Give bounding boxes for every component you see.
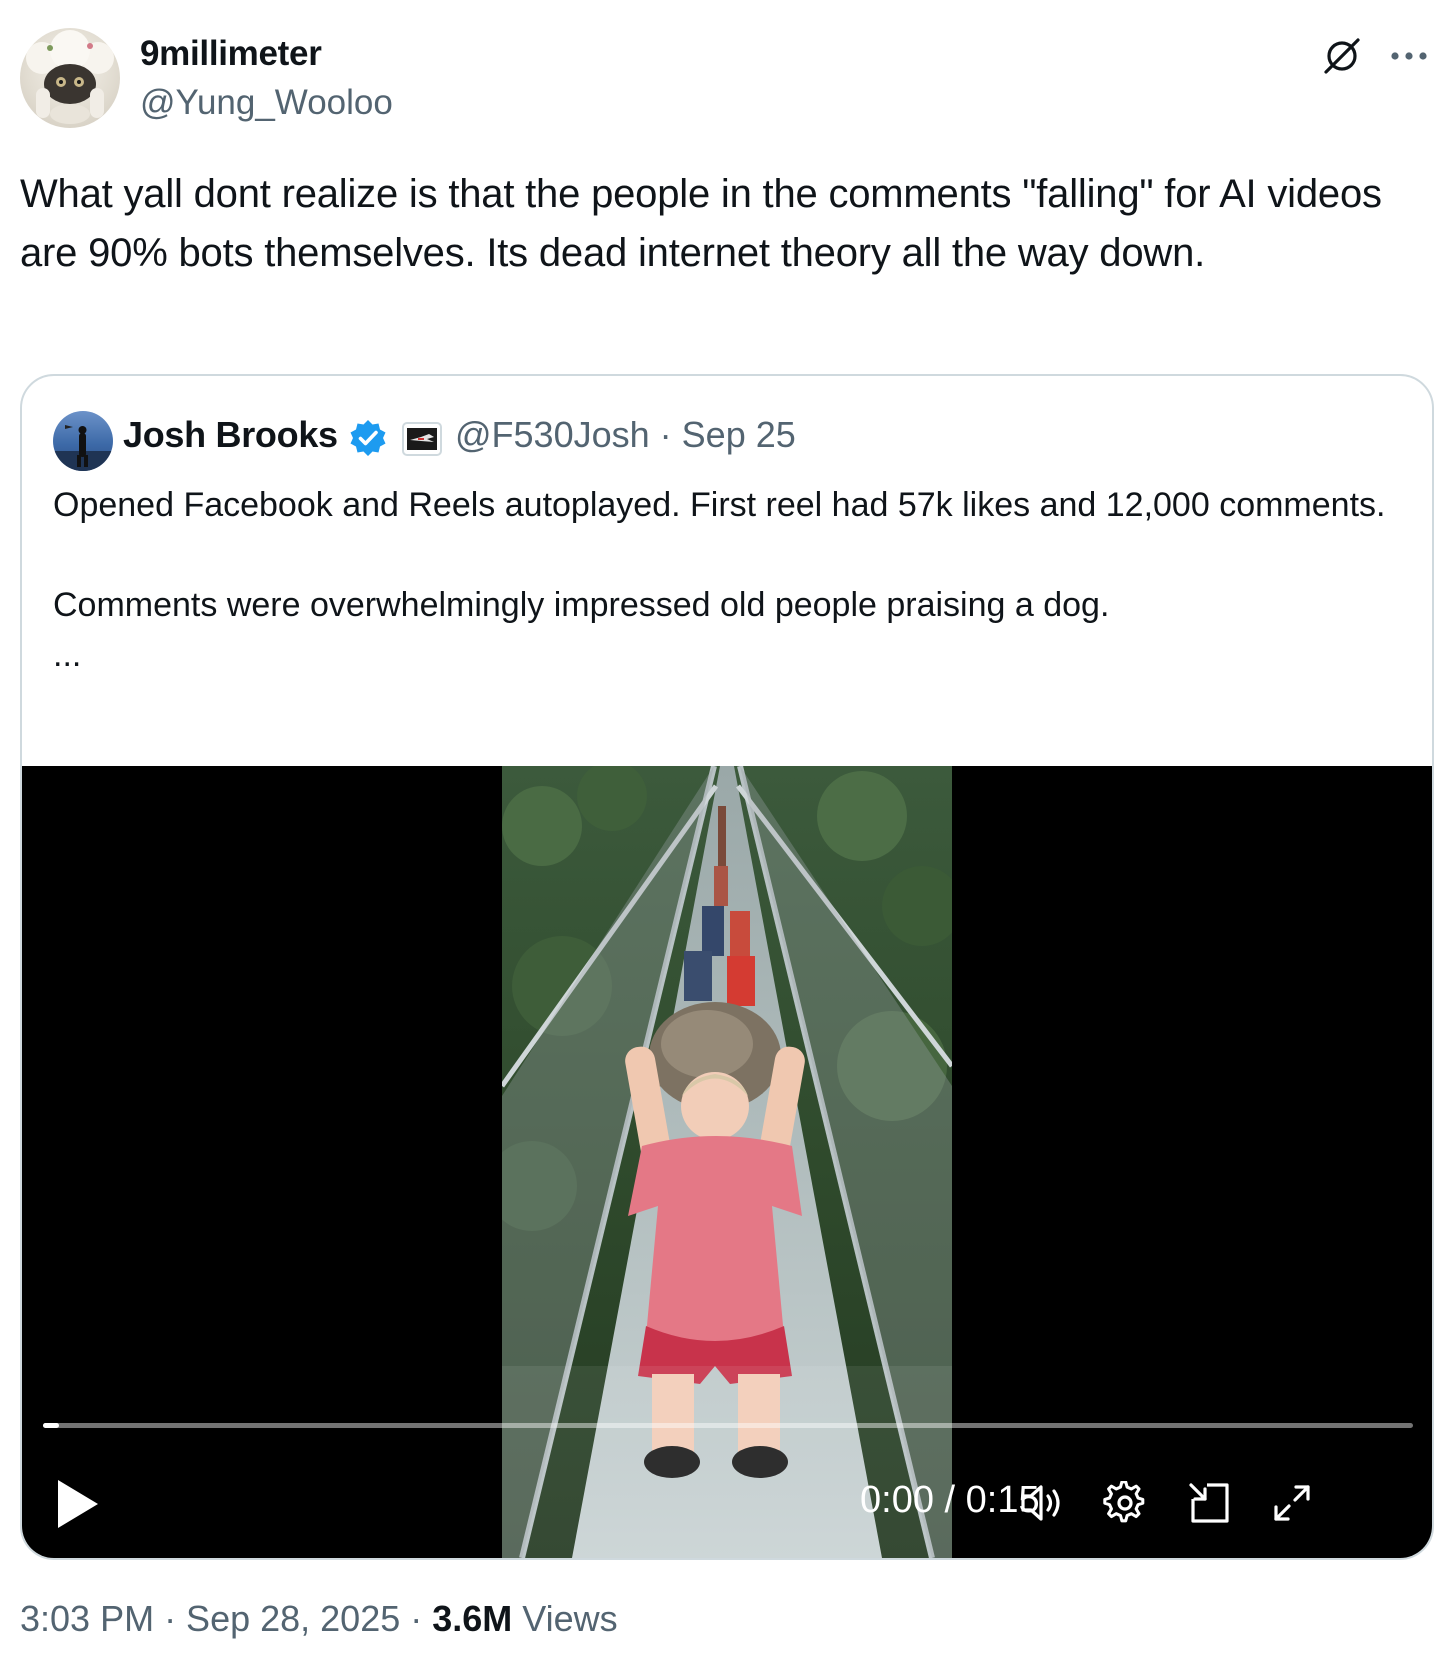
more-icon <box>1391 52 1427 60</box>
affiliate-badge[interactable] <box>402 422 442 456</box>
quoted-text-line-1: Opened Facebook and Reels autoplayed. Fi… <box>53 486 1386 524</box>
video-progress-bar[interactable] <box>43 1423 1413 1428</box>
author-name[interactable]: 9millimeter <box>140 34 322 74</box>
quoted-meta: @F530Josh · Sep 25 <box>455 414 796 456</box>
quoted-text: Opened Facebook and Reels autoplayed. Fi… <box>53 480 1403 680</box>
quoted-author-avatar[interactable] <box>53 411 113 471</box>
play-icon <box>58 1480 98 1528</box>
volume-button[interactable] <box>1017 1478 1067 1528</box>
video-thumbnail <box>502 766 952 1558</box>
more-options-button[interactable] <box>1385 32 1433 80</box>
volume-icon <box>1021 1485 1060 1521</box>
picture-in-picture-button[interactable] <box>1184 1478 1234 1528</box>
quoted-text-line-2: Comments were overwhelmingly impressed o… <box>53 586 1110 624</box>
quoted-text-more: ... <box>53 636 82 674</box>
settings-button[interactable] <box>1100 1478 1150 1528</box>
avatar-wooloo-image <box>26 30 114 124</box>
video-player[interactable]: 0:00 / 0:15 <box>22 766 1432 1558</box>
quoted-author-name[interactable]: Josh Brooks <box>123 414 338 456</box>
grok-icon <box>1324 38 1360 74</box>
gear-icon <box>1103 1481 1145 1523</box>
meta-separator: · <box>649 414 682 455</box>
verified-badge-icon <box>350 420 386 456</box>
quoted-author-handle[interactable]: @F530Josh <box>455 414 650 455</box>
quoted-post[interactable]: Josh Brooks @F530Josh · Sep 25 Opened Fa… <box>20 374 1434 1560</box>
views-count: 3.6M <box>432 1598 513 1639</box>
post-timestamp: 3:03 PM · Sep 28, 2025 · 3.6M Views <box>20 1598 618 1640</box>
author-handle[interactable]: @Yung_Wooloo <box>140 83 393 123</box>
post-time[interactable]: 3:03 PM · Sep 28, 2025 · <box>20 1598 432 1639</box>
time-separator: / <box>933 1479 966 1521</box>
fullscreen-button[interactable] <box>1267 1478 1317 1528</box>
views-label: Views <box>512 1598 618 1639</box>
fullscreen-icon <box>1274 1485 1310 1521</box>
video-progress-fill <box>43 1423 60 1428</box>
post-text: What yall dont realize is that the peopl… <box>20 172 1382 275</box>
affiliate-badge-icon <box>407 428 437 450</box>
video-frame <box>502 766 952 1558</box>
quoted-avatar-image <box>53 425 113 471</box>
grok-button[interactable] <box>1318 32 1366 80</box>
quoted-date[interactable]: Sep 25 <box>682 414 796 455</box>
play-button[interactable] <box>54 1476 102 1532</box>
current-time: 0:00 <box>860 1479 934 1521</box>
video-time: 0:00 / 0:15 <box>860 1479 1040 1522</box>
author-avatar[interactable] <box>20 28 120 128</box>
picture-in-picture-icon <box>1189 1483 1229 1523</box>
